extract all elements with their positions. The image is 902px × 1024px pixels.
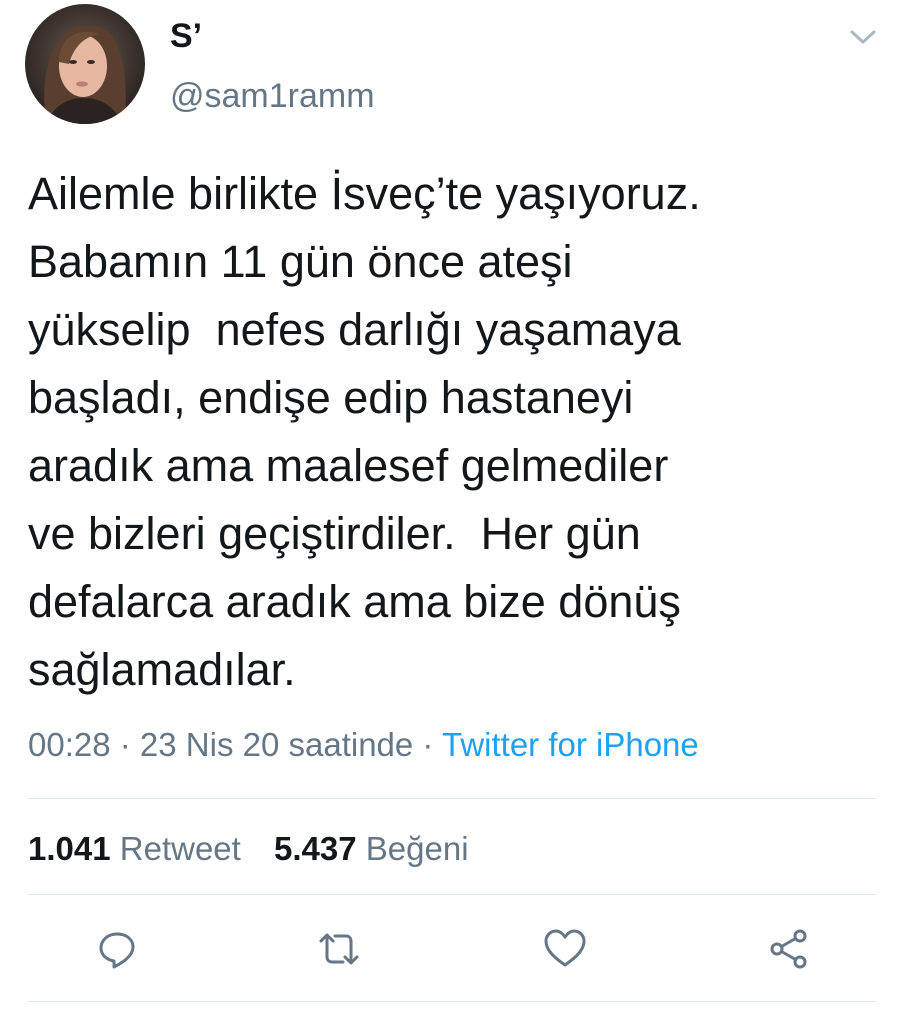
chevron-down-icon[interactable] bbox=[846, 22, 880, 52]
like-count[interactable]: 5.437 bbox=[274, 830, 357, 867]
avatar[interactable] bbox=[25, 4, 145, 124]
divider bbox=[28, 798, 876, 799]
divider bbox=[28, 894, 876, 895]
action-bar bbox=[0, 922, 902, 976]
display-name[interactable]: S’ bbox=[170, 16, 202, 56]
user-handle[interactable]: @sam1ramm bbox=[170, 76, 375, 116]
heart-icon bbox=[544, 929, 586, 967]
tweet-meta: 00:28 · 23 Nis 20 saatinde · Twitter for… bbox=[28, 724, 699, 766]
source-link[interactable]: Twitter for iPhone bbox=[442, 726, 699, 763]
retweet-label[interactable]: Retweet bbox=[120, 830, 241, 867]
like-label[interactable]: Beğeni bbox=[366, 830, 469, 867]
tweet-card: S’ @sam1ramm Ailemle birlikte İsveç’te y… bbox=[0, 0, 902, 1024]
engagement-stats: 1.041 Retweet 5.437 Beğeni bbox=[28, 828, 469, 870]
avatar-image bbox=[25, 4, 145, 124]
share-button[interactable] bbox=[762, 922, 816, 976]
share-icon bbox=[770, 929, 807, 969]
retweet-count[interactable]: 1.041 bbox=[28, 830, 111, 867]
reply-button[interactable] bbox=[90, 922, 144, 976]
like-button[interactable] bbox=[538, 922, 592, 976]
timestamp: 00:28 · 23 Nis 20 saatinde · bbox=[28, 726, 442, 763]
retweet-icon bbox=[319, 933, 359, 965]
tweet-text: Ailemle birlikte İsveç’te yaşıyoruz. Bab… bbox=[28, 168, 701, 695]
retweet-button[interactable] bbox=[312, 922, 366, 976]
reply-icon bbox=[99, 932, 135, 969]
divider bbox=[28, 1001, 876, 1002]
